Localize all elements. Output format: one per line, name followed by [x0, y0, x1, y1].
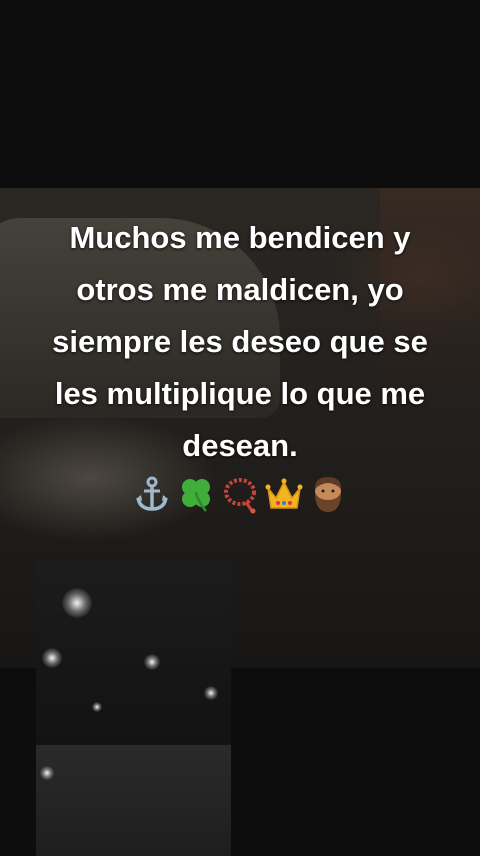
ceiling-light	[92, 702, 102, 712]
caption-line: les multiplique lo que me	[54, 376, 426, 411]
caption-line: otros me maldicen, yo	[76, 272, 404, 307]
ceiling-light	[204, 686, 218, 700]
ceiling-light	[144, 654, 160, 670]
caption-line: desean.	[182, 428, 298, 463]
emoji-row	[0, 474, 480, 514]
caption-line: siempre les deseo que se	[52, 324, 428, 359]
four-leaf-clover-icon	[176, 474, 216, 514]
caption-line: Muchos me bendicen y	[69, 220, 411, 255]
bearded-man-icon	[308, 474, 348, 514]
ceiling-light	[40, 766, 54, 780]
inset-floor	[36, 745, 231, 856]
video-frame: Muchos me bendicen y otros me maldicen, …	[0, 0, 480, 856]
ceiling-light	[42, 648, 62, 668]
anchor-icon	[132, 474, 172, 514]
prayer-beads-icon	[220, 474, 260, 514]
caption-text: Muchos me bendicen y otros me maldicen, …	[0, 212, 480, 514]
ceiling-light	[62, 588, 92, 618]
crown-icon	[264, 474, 304, 514]
